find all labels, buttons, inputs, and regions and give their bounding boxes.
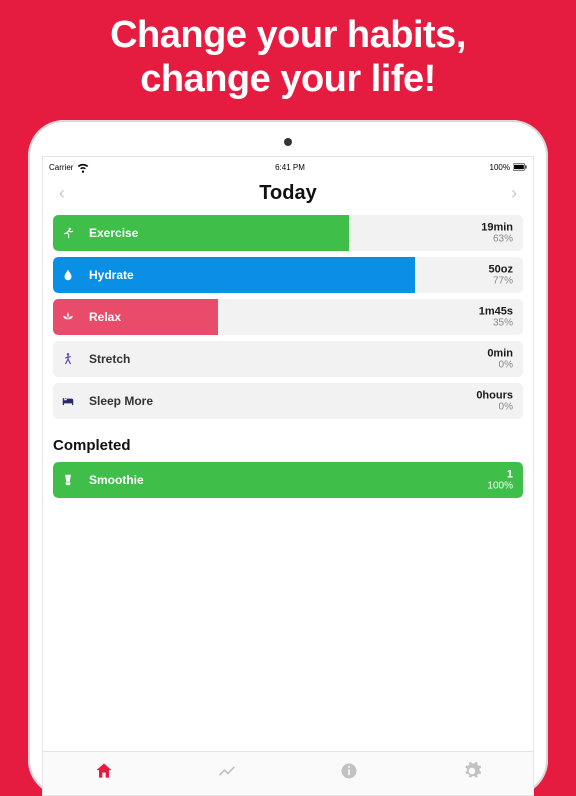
clock: 6:41 PM	[275, 163, 305, 172]
habit-percent: 0%	[476, 402, 513, 413]
habit-meta: 19min63%	[481, 221, 513, 244]
tab-bar	[43, 751, 533, 795]
tab-settings[interactable]	[462, 761, 482, 786]
habit-value: 0hours	[476, 389, 513, 401]
habit-value: 1	[487, 468, 513, 480]
habit-meta: 0hours0%	[476, 389, 513, 412]
date-nav: ‹ Today ›	[43, 176, 533, 215]
status-bar: Carrier 6:41 PM 100%	[43, 157, 533, 176]
tab-trends[interactable]	[217, 761, 237, 786]
lotus-icon	[61, 310, 83, 324]
habit-row-stretch[interactable]: Stretch 0min0%	[53, 341, 523, 377]
habit-percent: 0%	[487, 360, 513, 371]
tab-info[interactable]	[339, 761, 359, 786]
tab-home[interactable]	[94, 761, 114, 786]
habit-meta: 50oz77%	[489, 263, 513, 286]
page-title: Today	[259, 182, 316, 205]
habit-label: Relax	[89, 310, 121, 324]
habit-meta: 0min0%	[487, 347, 513, 370]
habit-percent: 63%	[481, 234, 513, 245]
battery-label: 100%	[490, 163, 510, 172]
promo-headline: Change your habits, change your life!	[0, 0, 576, 111]
habit-label: Sleep More	[89, 394, 153, 408]
habit-label: Exercise	[89, 226, 138, 240]
habit-value: 1m45s	[479, 305, 513, 317]
habit-row-hydrate[interactable]: Hydrate 50oz77%	[53, 257, 523, 293]
device-camera	[284, 138, 292, 146]
battery-icon	[513, 160, 527, 174]
habit-label: Hydrate	[89, 268, 134, 282]
habit-value: 19min	[481, 221, 513, 233]
next-day-button[interactable]: ›	[505, 183, 523, 204]
device-frame: Carrier 6:41 PM 100% ‹ Today › Exercise 1…	[28, 120, 548, 796]
completed-list: Smoothie 1100%	[43, 462, 533, 498]
habit-value: 50oz	[489, 263, 513, 275]
runner-icon	[61, 226, 83, 240]
stretch-icon	[61, 352, 83, 366]
habit-percent: 100%	[487, 481, 513, 492]
habit-row-smoothie[interactable]: Smoothie 1100%	[53, 462, 523, 498]
habit-value: 0min	[487, 347, 513, 359]
habit-percent: 35%	[479, 318, 513, 329]
carrier-label: Carrier	[49, 163, 73, 172]
bed-icon	[61, 394, 83, 408]
promo-line2: change your life!	[20, 58, 556, 102]
wifi-icon	[76, 160, 90, 174]
app-screen: Carrier 6:41 PM 100% ‹ Today › Exercise 1…	[42, 156, 534, 796]
blender-icon	[61, 473, 83, 487]
habit-percent: 77%	[489, 276, 513, 287]
habit-row-exercise[interactable]: Exercise 19min63%	[53, 215, 523, 251]
habit-meta: 1m45s35%	[479, 305, 513, 328]
prev-day-button[interactable]: ‹	[53, 183, 71, 204]
completed-heading: Completed	[43, 425, 533, 462]
habit-row-relax[interactable]: Relax 1m45s35%	[53, 299, 523, 335]
habit-meta: 1100%	[487, 468, 513, 491]
habits-list: Exercise 19min63% Hydrate 50oz77% Relax 1m45s…	[43, 215, 533, 419]
habit-row-sleepmore[interactable]: Sleep More 0hours0%	[53, 383, 523, 419]
habit-label: Smoothie	[89, 473, 144, 487]
drop-icon	[61, 268, 83, 282]
habit-label: Stretch	[89, 352, 130, 366]
promo-line1: Change your habits,	[20, 14, 556, 58]
